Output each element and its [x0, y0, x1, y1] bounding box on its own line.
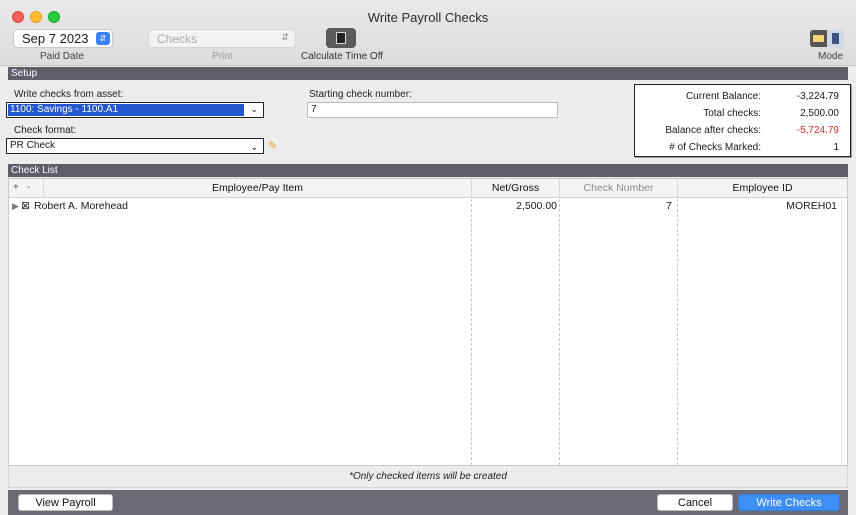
column-divider: [471, 199, 472, 465]
summary-value-negative: -5,724.79: [796, 125, 839, 136]
column-header-net-gross[interactable]: Net/Gross: [471, 179, 559, 198]
write-checks-button[interactable]: Write Checks: [738, 494, 840, 511]
add-row-button[interactable]: +: [13, 179, 19, 197]
print-select-value: Checks: [157, 32, 198, 46]
date-stepper-icon[interactable]: ⇵: [96, 32, 110, 45]
checked-items-note: *Only checked items will be created: [8, 466, 848, 488]
mode-toggle[interactable]: [810, 29, 844, 48]
summary-label: Total checks:: [703, 108, 761, 119]
window-title: Write Payroll Checks: [367, 10, 489, 25]
cancel-button[interactable]: Cancel: [657, 494, 733, 511]
summary-label: # of Checks Marked:: [669, 142, 761, 153]
column-header-employee-id[interactable]: Employee ID: [677, 179, 847, 198]
starting-check-input[interactable]: 7: [307, 102, 558, 118]
title-bar: Write Payroll Checks Sep 7 2023 ⇵ Paid D…: [0, 0, 856, 66]
check-number-value[interactable]: 7: [559, 199, 672, 214]
paid-date-field[interactable]: Sep 7 2023 ⇵: [13, 29, 113, 48]
summary-row: Balance after checks: -5,724.79: [635, 125, 850, 139]
chevron-updown-icon: ⇵: [281, 32, 289, 42]
net-gross-value: 2,500.00: [516, 200, 557, 212]
summary-row: # of Checks Marked: 1: [635, 142, 850, 156]
print-select[interactable]: Checks ⇵: [148, 29, 296, 48]
remove-row-button[interactable]: -: [27, 179, 30, 197]
setup-section-header: Setup: [8, 67, 848, 80]
employee-name: Robert A. Morehead: [34, 200, 128, 212]
check-list-section-header: Check List: [8, 164, 848, 177]
starting-check-label: Starting check number:: [309, 89, 412, 100]
document-icon: [336, 32, 346, 44]
balance-summary: Current Balance: -3,224.79 Total checks:…: [634, 84, 851, 157]
print-label: Print: [212, 51, 233, 62]
pencil-icon[interactable]: ✎: [268, 139, 280, 153]
summary-value: 1: [833, 142, 839, 153]
disclosure-triangle-icon[interactable]: ▶: [12, 199, 19, 214]
chevron-down-icon: ⌄: [250, 104, 258, 114]
summary-label: Current Balance:: [685, 91, 761, 102]
summary-value: 2,500.00: [800, 108, 839, 119]
paid-date-label: Paid Date: [40, 51, 84, 62]
paid-date-value: Sep 7 2023: [22, 31, 89, 46]
summary-value: -3,224.79: [796, 91, 839, 102]
check-format-label: Check format:: [14, 125, 77, 136]
employee-id-value: MOREH01: [786, 200, 837, 212]
asset-select-value: 1100: Savings - 1100.A1: [8, 104, 244, 116]
column-header-check-number[interactable]: Check Number: [559, 179, 677, 198]
asset-label: Write checks from asset:: [14, 89, 124, 100]
column-header-employee[interactable]: Employee/Pay Item: [43, 179, 471, 198]
calculate-time-off-button[interactable]: [326, 28, 356, 48]
summary-row: Total checks: 2,500.00: [635, 108, 850, 122]
summary-row: Current Balance: -3,224.79: [635, 91, 850, 105]
column-divider: [559, 199, 560, 465]
checked-box-icon[interactable]: ⊠: [21, 199, 30, 214]
report-mode-icon[interactable]: [827, 30, 844, 47]
chevron-down-icon: ⌄: [250, 142, 258, 152]
table-row[interactable]: ▶ ⊠ Robert A. Morehead 2,500.00 7 MOREH0…: [9, 199, 847, 214]
check-mode-icon[interactable]: [810, 30, 827, 47]
footer-bar: View Payroll Cancel Write Checks: [8, 490, 848, 515]
check-format-value: PR Check: [10, 140, 56, 151]
asset-select[interactable]: 1100: Savings - 1100.A1 ⌄: [6, 102, 264, 118]
summary-label: Balance after checks:: [665, 125, 761, 136]
view-payroll-button[interactable]: View Payroll: [18, 494, 113, 511]
table-header: + - Employee/Pay Item Net/Gross Check Nu…: [9, 179, 847, 198]
mode-label: Mode: [818, 51, 844, 62]
check-format-select[interactable]: PR Check ⌄: [6, 138, 264, 154]
vertical-scrollbar[interactable]: [841, 199, 847, 465]
calculate-time-off-label: Calculate Time Off: [301, 51, 384, 62]
check-list-table: + - Employee/Pay Item Net/Gross Check Nu…: [8, 178, 848, 466]
column-divider: [677, 199, 678, 465]
